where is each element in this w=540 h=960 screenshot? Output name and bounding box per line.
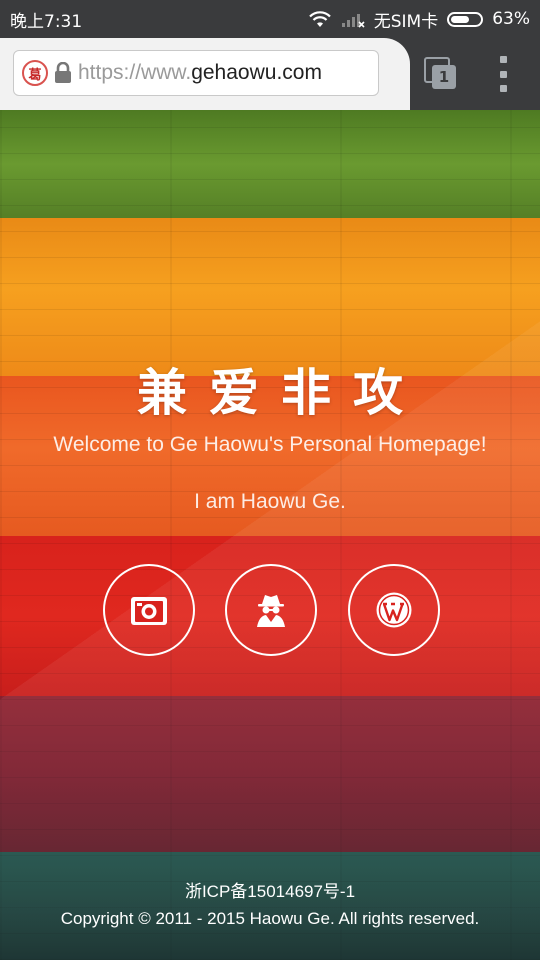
address-bar[interactable]: 葛 https://www.gehaowu.com [13,50,379,96]
overflow-menu-button[interactable] [496,56,510,92]
welcome-text: Welcome to Ge Haowu's Personal Homepage! [53,433,487,456]
menu-dot [499,70,507,78]
wifi-icon [308,11,331,27]
page-title: 兼爱非攻 [137,364,425,422]
site-favicon: 葛 [22,60,48,86]
lock-icon [55,62,71,83]
camera-icon [131,597,167,625]
status-bar: 晚上7:31 无SIM卡 63% [0,0,540,38]
diagonal-shade-overlay [0,110,540,960]
menu-dot [499,56,507,63]
status-indicators: 无SIM卡 63% [308,7,530,32]
blog-link-button[interactable] [348,564,440,656]
battery-level-fill [451,15,470,23]
tab-switcher-button[interactable]: 1 [424,57,456,89]
battery-percent: 63% [492,9,530,29]
page-footer: 浙ICP备15014697号-1 Copyright © 2011 - 2015… [0,878,540,932]
menu-dot [499,85,507,92]
photos-link-button[interactable] [103,564,195,656]
browser-toolbar: 葛 https://www.gehaowu.com 1 [0,38,540,110]
carrier-label: 无SIM卡 [373,11,439,32]
url-host: gehaowu.com [191,61,322,84]
wordpress-icon [376,592,412,628]
url-scheme: https://www. [78,61,192,84]
signal-icon [341,14,365,28]
tagline-text: I am Haowu Ge. [194,490,346,513]
spy-icon [257,595,285,627]
about-link-button[interactable] [225,564,317,656]
copyright-text: Copyright © 2011 - 2015 Haowu Ge. All ri… [60,909,480,928]
active-tab: 葛 https://www.gehaowu.com [0,38,410,110]
page-content: 兼爱非攻 Welcome to Ge Haowu's Personal Home… [0,110,540,960]
battery-icon [447,11,484,27]
icp-license[interactable]: 浙ICP备15014697号-1 [0,878,540,905]
tab-count: 1 [432,65,456,89]
url-text[interactable]: https://www.gehaowu.com [78,61,322,85]
status-time: 晚上7:31 [10,11,83,32]
